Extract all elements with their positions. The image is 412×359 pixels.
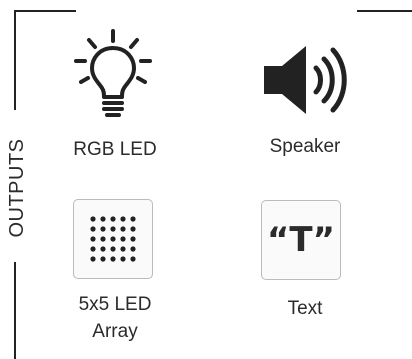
frame-line-top-left xyxy=(14,10,76,12)
frame-line-top-right xyxy=(357,10,412,12)
led-array-tile[interactable]: 5x5 LED Array xyxy=(60,196,170,356)
text-icon: “T” xyxy=(261,200,341,280)
frame-line-left-upper xyxy=(14,10,16,110)
led-grid-icon xyxy=(73,199,153,279)
led-array-label-line2: Array xyxy=(92,321,138,342)
text-label: Text xyxy=(287,298,323,319)
speaker-icon xyxy=(262,40,354,120)
led-array-label-line1: 5x5 LED xyxy=(78,294,152,315)
frame-line-left-lower xyxy=(14,262,16,359)
lightbulb-icon xyxy=(72,28,154,124)
speaker-label: Speaker xyxy=(269,136,341,157)
section-label-outputs: OUTPUTS xyxy=(6,138,28,238)
rgb-led-label: RGB LED xyxy=(73,139,157,160)
text-icon-glyph: “T” xyxy=(267,220,335,260)
text-tile[interactable]: “T” Text xyxy=(250,196,360,356)
speaker-tile[interactable]: Speaker xyxy=(250,22,360,172)
rgb-led-tile[interactable]: RGB LED xyxy=(60,22,170,172)
